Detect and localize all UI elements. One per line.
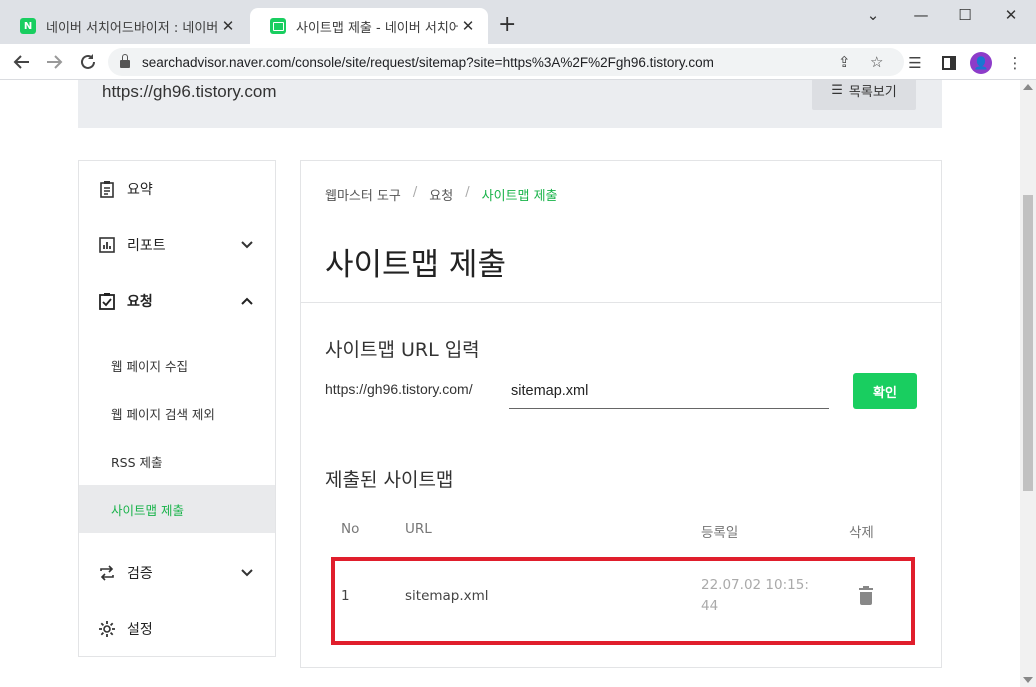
lock-icon[interactable] [120,54,130,68]
scroll-thumb[interactable] [1023,195,1033,491]
media-queue-icon[interactable]: ☰ [904,52,926,74]
window-close-button[interactable]: ✕ [996,6,1026,24]
red-highlight-box [331,557,915,645]
table-header-delete: 삭제 [849,525,874,541]
repeat-icon [97,563,117,583]
checked-clipboard-icon [97,291,117,311]
sidebar-item-label: 요약 [127,182,153,198]
minimize-button[interactable]: — [906,6,936,24]
sidebar-subitem-sitemap-submit[interactable]: 사이트맵 제출 [79,485,275,533]
tab-sitemap-submit[interactable]: 사이트맵 제출 - 네이버 서치어드 ✕ [250,8,488,44]
breadcrumb-item-current: 사이트맵 제출 [481,189,558,204]
chart-icon [97,235,117,255]
kebab-menu-icon[interactable]: ⋮ [1004,52,1026,74]
tab-search-chevron-down-icon[interactable]: ⌄ [858,6,888,24]
site-url: https://gh96.tistory.com [102,82,277,101]
gear-icon [97,619,117,639]
chevron-down-icon [241,238,253,253]
scroll-down-arrow-icon[interactable] [1023,677,1033,683]
scroll-up-arrow-icon[interactable] [1023,84,1033,90]
reload-icon[interactable] [76,50,100,74]
page-scrollbar[interactable] [1020,80,1036,687]
chevron-up-icon [241,294,253,309]
clipboard-icon [97,179,117,199]
sidebar-item-label: 리포트 [127,238,166,254]
list-icon: ☰ [831,82,843,98]
tab-title: 네이버 서치어드바이저 : 네이버 [46,20,218,36]
sidebar-item-summary[interactable]: 요약 [79,161,275,217]
search-advisor-favicon-icon [270,18,286,34]
breadcrumb-separator: / [465,185,470,200]
sidebar-item-request[interactable]: 요청 [79,273,275,329]
maximize-button[interactable]: ☐ [950,6,980,24]
sitemap-url-input[interactable] [509,373,829,409]
sidebar-subitem-web-page-exclude[interactable]: 웹 페이지 검색 제외 [79,389,275,437]
breadcrumb: 웹마스터 도구 / 요청 / 사이트맵 제출 [325,185,558,204]
side-panel-icon[interactable] [938,52,960,74]
url-prefix: https://gh96.tistory.com/ [325,381,473,397]
breadcrumb-separator: / [412,185,418,200]
sidebar-item-label: 요청 [127,294,153,310]
table-header-date: 등록일 [701,525,739,541]
tab-strip: N 네이버 서치어드바이저 : 네이버 ✕ 사이트맵 제출 - 네이버 서치어드… [0,0,1036,44]
table-header-no: No [341,521,360,537]
back-arrow-icon[interactable] [10,50,34,74]
address-bar[interactable]: searchadvisor.naver.com/console/site/req… [108,48,904,76]
tab-title: 사이트맵 제출 - 네이버 서치어드 [296,20,458,36]
sidebar: 요약 리포트 요청 웹 페이지 수집 웹 페이지 검색 제외 RSS 제출 사이… [78,160,276,657]
sidebar-item-report[interactable]: 리포트 [79,217,275,273]
page-viewport: https://gh96.tistory.com ☰ 목록보기 요약 리포트 요… [0,80,1020,687]
star-icon[interactable]: ☆ [870,53,883,71]
sidebar-item-label: 검증 [127,566,153,582]
site-banner: https://gh96.tistory.com ☰ 목록보기 [78,80,942,128]
close-icon[interactable]: ✕ [218,17,238,35]
sidebar-item-settings[interactable]: 설정 [79,601,275,657]
chevron-down-icon [241,566,253,581]
table-header-url: URL [405,521,432,537]
page-title: 사이트맵 제출 [325,247,506,283]
naver-favicon-icon: N [20,18,36,34]
browser-toolbar: searchadvisor.naver.com/console/site/req… [0,44,1036,80]
submitted-sitemap-title: 제출된 사이트맵 [325,469,454,491]
sidebar-subitem-rss-submit[interactable]: RSS 제출 [79,437,275,485]
url-text: searchadvisor.naver.com/console/site/req… [142,54,714,70]
main-panel: 웹마스터 도구 / 요청 / 사이트맵 제출 사이트맵 제출 사이트맵 URL … [300,160,942,668]
new-tab-button[interactable]: + [498,13,516,37]
sidebar-subitem-web-page-collect[interactable]: 웹 페이지 수집 [79,341,275,389]
sidebar-item-label: 설정 [127,622,153,638]
breadcrumb-item-webmaster-tools[interactable]: 웹마스터 도구 [325,185,401,204]
breadcrumb-item-request[interactable]: 요청 [429,185,453,204]
profile-avatar[interactable]: 👤 [970,52,992,74]
forward-arrow-icon[interactable] [42,50,66,74]
confirm-button[interactable]: 확인 [853,373,917,409]
close-icon[interactable]: ✕ [458,17,478,35]
divider [301,302,941,303]
sidebar-item-verify[interactable]: 검증 [79,545,275,601]
list-view-label: 목록보기 [848,84,897,100]
list-view-button[interactable]: ☰ 목록보기 [812,80,916,110]
url-section-title: 사이트맵 URL 입력 [325,339,480,361]
share-icon[interactable]: ⇪ [838,53,851,71]
tab-naver-search-advisor[interactable]: N 네이버 서치어드바이저 : 네이버 ✕ [0,8,248,44]
